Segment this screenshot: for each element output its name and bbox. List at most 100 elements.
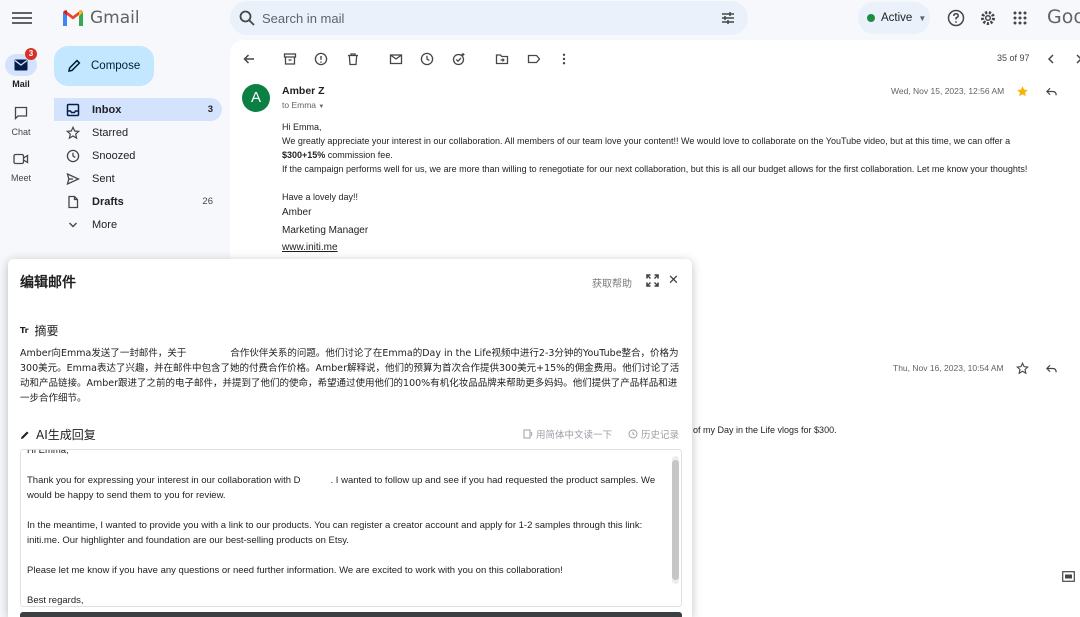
more-vert-icon[interactable] bbox=[557, 52, 571, 66]
expand-icon[interactable] bbox=[646, 274, 659, 287]
sender-avatar[interactable]: A bbox=[242, 84, 270, 112]
archive-icon[interactable] bbox=[283, 52, 297, 66]
nav-label-snoozed: Snoozed bbox=[92, 149, 136, 162]
reply-paragraph-2: In the meantime, I wanted to provide you… bbox=[27, 520, 643, 546]
signature-link[interactable]: www.initi.me bbox=[282, 242, 338, 253]
top-bar: Gmail Active ▼ Goo bbox=[0, 0, 1080, 36]
second-message-snippet[interactable]: of my Day in the Life vlogs for $300. bbox=[693, 425, 837, 435]
back-arrow-icon[interactable] bbox=[242, 52, 256, 66]
nav-label-starred: Starred bbox=[92, 126, 129, 139]
settings-gear-icon[interactable] bbox=[979, 9, 997, 27]
message-body: Hi Emma, We greatly appreciate your inte… bbox=[282, 120, 1072, 257]
nav-item-more[interactable]: More bbox=[54, 213, 222, 236]
reply-icon[interactable] bbox=[1045, 362, 1058, 375]
summary-part-a: Amber向Emma发送了一封邮件，关于 bbox=[20, 348, 187, 359]
reply-icon[interactable] bbox=[1045, 85, 1058, 98]
body-line-2: $300+15% commission fee. bbox=[282, 148, 1072, 162]
status-label: Active bbox=[881, 12, 913, 24]
search-input[interactable] bbox=[262, 9, 682, 27]
main-menu-icon[interactable] bbox=[12, 9, 32, 27]
reply-p1-part-a: Thank you for expressing your interest i… bbox=[27, 475, 301, 486]
summary-heading: Tr 摘要 bbox=[20, 322, 59, 339]
star-icon bbox=[66, 125, 80, 139]
nav-label-sent: Sent bbox=[92, 172, 115, 185]
close-icon[interactable]: ✕ bbox=[668, 272, 679, 288]
redaction-mask bbox=[300, 475, 331, 486]
nav-item-starred[interactable]: Starred bbox=[54, 121, 222, 144]
ai-reply-title: AI生成回复 bbox=[36, 428, 96, 442]
body-line-1: We greatly appreciate your interest in o… bbox=[282, 136, 1011, 146]
rail-item-chat[interactable]: Chat bbox=[0, 102, 42, 137]
chevron-left-icon[interactable] bbox=[1044, 52, 1058, 66]
signature-name: Amber bbox=[282, 207, 312, 218]
nav-item-inbox[interactable]: Inbox 3 bbox=[54, 98, 222, 121]
search-icon[interactable] bbox=[238, 9, 256, 27]
history-label: 历史记录 bbox=[641, 430, 680, 441]
nav-item-sent[interactable]: Sent bbox=[54, 167, 222, 190]
history-clock-icon bbox=[628, 429, 638, 439]
reply-greeting: Hi Emma, bbox=[27, 449, 69, 456]
ai-reply-content[interactable]: Hi Emma, Thank you for expressing your i… bbox=[27, 449, 667, 606]
drafts-icon bbox=[68, 195, 79, 208]
panel-bottom-bar bbox=[20, 612, 682, 617]
gmail-m-icon bbox=[63, 10, 83, 26]
read-chinese-button[interactable]: 用简体中文读一下 bbox=[523, 427, 612, 441]
history-button[interactable]: 历史记录 bbox=[628, 427, 679, 441]
label-icon[interactable] bbox=[527, 52, 541, 66]
starred-star-icon[interactable] bbox=[1016, 85, 1029, 98]
reply-scrollbar[interactable] bbox=[672, 456, 679, 584]
meet-icon bbox=[13, 153, 29, 165]
recipient-text: to Emma bbox=[282, 100, 317, 110]
folder-nav: Inbox 3 Starred Snoozed Sent Drafts 26 M… bbox=[54, 98, 222, 236]
gmail-wordmark: Gmail bbox=[90, 8, 140, 28]
compose-label: Compose bbox=[91, 60, 141, 72]
compose-button[interactable]: Compose bbox=[54, 46, 154, 86]
gmail-logo[interactable]: Gmail bbox=[62, 8, 140, 28]
inbox-icon bbox=[66, 103, 80, 116]
move-to-icon[interactable] bbox=[495, 52, 509, 66]
google-account-logo[interactable]: Goo bbox=[1047, 6, 1080, 28]
body-closing: Have a lovely day!! bbox=[282, 192, 359, 202]
status-dot-icon bbox=[867, 14, 875, 22]
read-chinese-label: 用简体中文读一下 bbox=[536, 430, 613, 441]
nav-item-snoozed[interactable]: Snoozed bbox=[54, 144, 222, 167]
summary-text: Amber向Emma发送了一封邮件，关于 合作伙伴关系的问题。他们讨论了在Emma… bbox=[20, 346, 684, 406]
recipient-line[interactable]: to Emma ▼ bbox=[282, 100, 324, 110]
summary-title: 摘要 bbox=[34, 324, 59, 338]
mail-icon bbox=[14, 59, 28, 71]
search-bar[interactable] bbox=[230, 1, 748, 35]
rail-label-mail: Mail bbox=[12, 79, 30, 89]
signature-title: Marketing Manager bbox=[282, 224, 369, 236]
star-outline-icon[interactable] bbox=[1016, 362, 1029, 375]
chevron-down-icon bbox=[69, 222, 77, 227]
nav-label-drafts: Drafts bbox=[92, 195, 124, 208]
chevron-right-icon[interactable] bbox=[1072, 52, 1080, 66]
add-task-icon[interactable] bbox=[452, 52, 466, 66]
report-spam-icon[interactable] bbox=[314, 52, 328, 66]
edit-email-panel: 编辑邮件 获取帮助 ✕ Tr 摘要 Amber向Emma发送了一封邮件，关于 合作… bbox=[8, 259, 692, 617]
message-date: Wed, Nov 15, 2023, 12:56 AM bbox=[891, 86, 1005, 96]
rail-label-chat: Chat bbox=[11, 127, 31, 137]
clock-icon bbox=[66, 149, 80, 162]
search-options-icon[interactable] bbox=[720, 10, 736, 26]
print-preview-icon[interactable] bbox=[1062, 571, 1075, 582]
ai-reply-textarea[interactable]: Hi Emma, Thank you for expressing your i… bbox=[20, 449, 682, 607]
ai-reply-heading: AI生成回复 bbox=[20, 426, 96, 443]
body-fee-rest: commission fee. bbox=[325, 150, 393, 160]
read-aloud-icon bbox=[523, 429, 533, 439]
nav-label-more: More bbox=[92, 218, 118, 231]
rail-item-meet[interactable]: Meet bbox=[0, 148, 42, 183]
sender-name[interactable]: Amber Z bbox=[282, 85, 325, 97]
reply-scrollbar-thumb[interactable] bbox=[672, 460, 679, 580]
status-selector[interactable]: Active ▼ bbox=[858, 2, 930, 34]
nav-item-drafts[interactable]: Drafts 26 bbox=[54, 190, 222, 213]
rail-item-mail[interactable]: 3 Mail bbox=[0, 48, 42, 89]
pencil-icon bbox=[21, 431, 29, 439]
nav-label-inbox: Inbox bbox=[92, 103, 122, 116]
help-icon[interactable] bbox=[947, 9, 965, 27]
delete-trash-icon[interactable] bbox=[346, 52, 360, 66]
mark-unread-icon[interactable] bbox=[389, 52, 403, 66]
get-help-link[interactable]: 获取帮助 bbox=[592, 275, 632, 290]
snooze-clock-icon[interactable] bbox=[420, 52, 434, 66]
apps-grid-icon[interactable] bbox=[1011, 9, 1029, 27]
